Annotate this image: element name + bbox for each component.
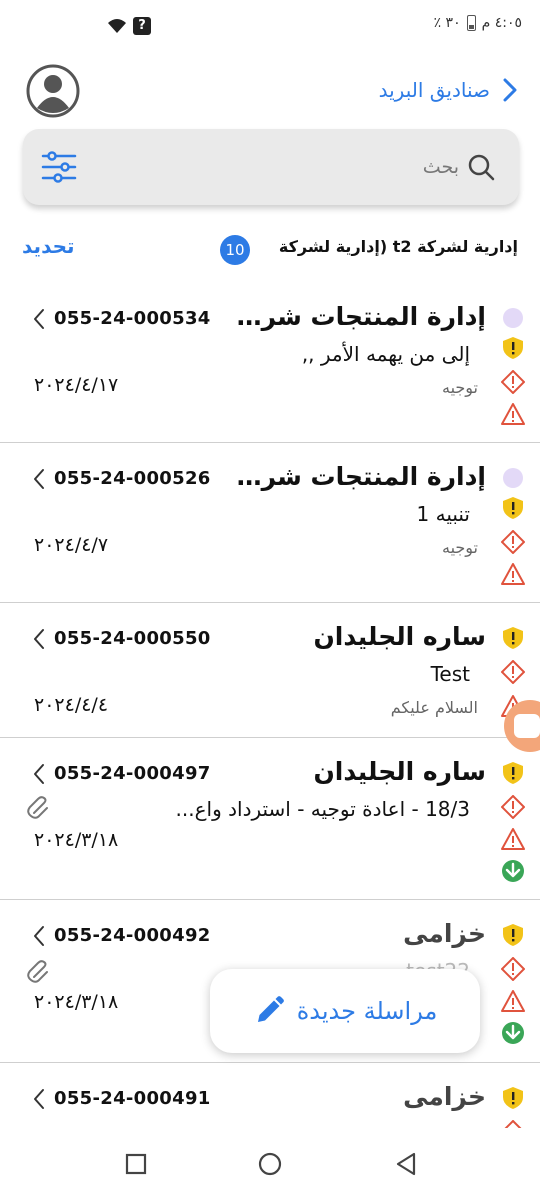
message-preview: السلام عليكم <box>390 698 478 717</box>
status-time: ٤:٠٥ م <box>481 15 522 31</box>
message-sender: خزامى <box>403 1082 486 1111</box>
message-sender: ساره الجليدان <box>313 757 486 786</box>
unread-dot-icon <box>503 308 523 328</box>
message-preview: توجيه <box>441 538 478 557</box>
no-sim-icon: ? <box>133 17 151 35</box>
message-item[interactable]: 055-24-000497 ساره الجليدان 18/3 - اعادة… <box>0 739 540 900</box>
shield-icon <box>503 337 523 359</box>
message-subject: Test <box>430 662 470 686</box>
refresh-button[interactable]: تحديد <box>22 234 75 258</box>
chevron-left-icon <box>34 629 44 649</box>
message-number: 055-24-000497 <box>54 763 211 784</box>
shield-icon <box>503 627 523 649</box>
warning-triangle-icon <box>501 828 525 850</box>
mailbox-name: إدارية لشركة t2 (إدارية لشركة <box>278 237 518 256</box>
message-date: ٢٠٢٤/٣/١٨ <box>34 991 119 1013</box>
chevron-left-icon <box>34 926 44 946</box>
chevron-left-icon <box>34 1089 44 1109</box>
message-subject: 18/3 - اعادة توجيه - استرداد واع... <box>175 797 470 821</box>
chevron-right-icon <box>503 78 517 102</box>
app-header: صناديق البريد <box>0 60 540 122</box>
avatar-icon[interactable] <box>26 64 80 118</box>
battery-icon <box>466 15 476 31</box>
shield-icon <box>503 497 523 519</box>
warning-triangle-icon <box>501 990 525 1012</box>
battery-level: ٣٠ ٪ <box>433 15 461 31</box>
message-sender: إدارة المنتجات شرك... <box>236 302 486 331</box>
mailbox-info-row: تحديد 10 إدارية لشركة t2 (إدارية لشركة <box>0 230 540 270</box>
wifi-icon <box>108 19 126 33</box>
recents-icon[interactable] <box>122 1150 150 1178</box>
message-date: ٢٠٢٤/٤/٧ <box>34 534 109 556</box>
message-number: 055-24-000550 <box>54 628 211 649</box>
back-to-mailboxes-button[interactable]: صناديق البريد <box>379 78 518 102</box>
message-sender: ساره الجليدان <box>313 622 486 651</box>
shield-icon <box>503 762 523 784</box>
chevron-left-icon <box>34 309 44 329</box>
warning-triangle-icon <box>501 563 525 585</box>
download-icon <box>502 860 524 882</box>
priority-diamond-icon <box>501 957 525 981</box>
message-date: ٢٠٢٤/٣/١٨ <box>34 829 119 851</box>
message-subject: تنبيه 1 <box>416 502 471 526</box>
message-number: 055-24-000492 <box>54 925 211 946</box>
warning-triangle-icon <box>501 403 525 425</box>
shield-icon <box>503 1087 523 1109</box>
message-item[interactable]: 055-24-000491 خزامى <box>0 1064 540 1128</box>
message-number: 055-24-000526 <box>54 468 211 489</box>
attachment-icon <box>27 796 48 819</box>
search-input[interactable] <box>209 151 459 183</box>
chevron-left-icon <box>34 764 44 784</box>
attachment-icon <box>27 960 48 983</box>
message-item[interactable]: 055-24-000534 إدارة المنتجات شرك... إلى … <box>0 284 540 443</box>
message-sender: خزامى <box>403 919 486 948</box>
priority-diamond-icon <box>501 795 525 819</box>
message-subject: إلى من يهمه الأمر ,, <box>301 342 470 366</box>
download-icon <box>502 1022 524 1044</box>
message-number: 055-24-000534 <box>54 308 211 329</box>
back-label: صناديق البريد <box>378 78 490 102</box>
new-correspondence-button[interactable]: مراسلة جديدة <box>210 969 480 1053</box>
new-correspondence-label: مراسلة جديدة <box>296 997 438 1025</box>
priority-diamond-icon <box>501 530 525 554</box>
home-icon[interactable] <box>256 1150 284 1178</box>
pencil-icon <box>257 996 284 1022</box>
count-badge: 10 <box>220 235 250 265</box>
priority-diamond-icon <box>501 660 525 684</box>
back-triangle-icon[interactable] <box>392 1150 420 1178</box>
message-item[interactable]: 055-24-000550 ساره الجليدان Test السلام … <box>0 604 540 738</box>
status-right: ٤:٠٥ م ٣٠ ٪ <box>434 15 522 31</box>
message-date: ٢٠٢٤/٤/٤ <box>34 694 109 716</box>
priority-diamond-icon <box>504 1120 522 1128</box>
filter-sliders-icon[interactable] <box>41 149 77 185</box>
priority-diamond-icon <box>501 370 525 394</box>
chevron-left-icon <box>34 469 44 489</box>
message-sender: إدارة المنتجات شرك... <box>236 462 486 491</box>
system-nav-bar <box>0 1128 540 1200</box>
search-icon[interactable] <box>467 153 495 181</box>
message-item[interactable]: 055-24-000526 إدارة المنتجات شرك... تنبي… <box>0 444 540 603</box>
unread-dot-icon <box>503 468 523 488</box>
message-date: ٢٠٢٤/٤/١٧ <box>34 374 119 396</box>
message-preview: توجيه <box>441 378 478 397</box>
shield-icon <box>503 924 523 946</box>
message-number: 055-24-000491 <box>54 1088 211 1109</box>
search-bar <box>23 129 519 205</box>
status-bar: ? ٤:٠٥ م ٣٠ ٪ <box>0 0 540 54</box>
